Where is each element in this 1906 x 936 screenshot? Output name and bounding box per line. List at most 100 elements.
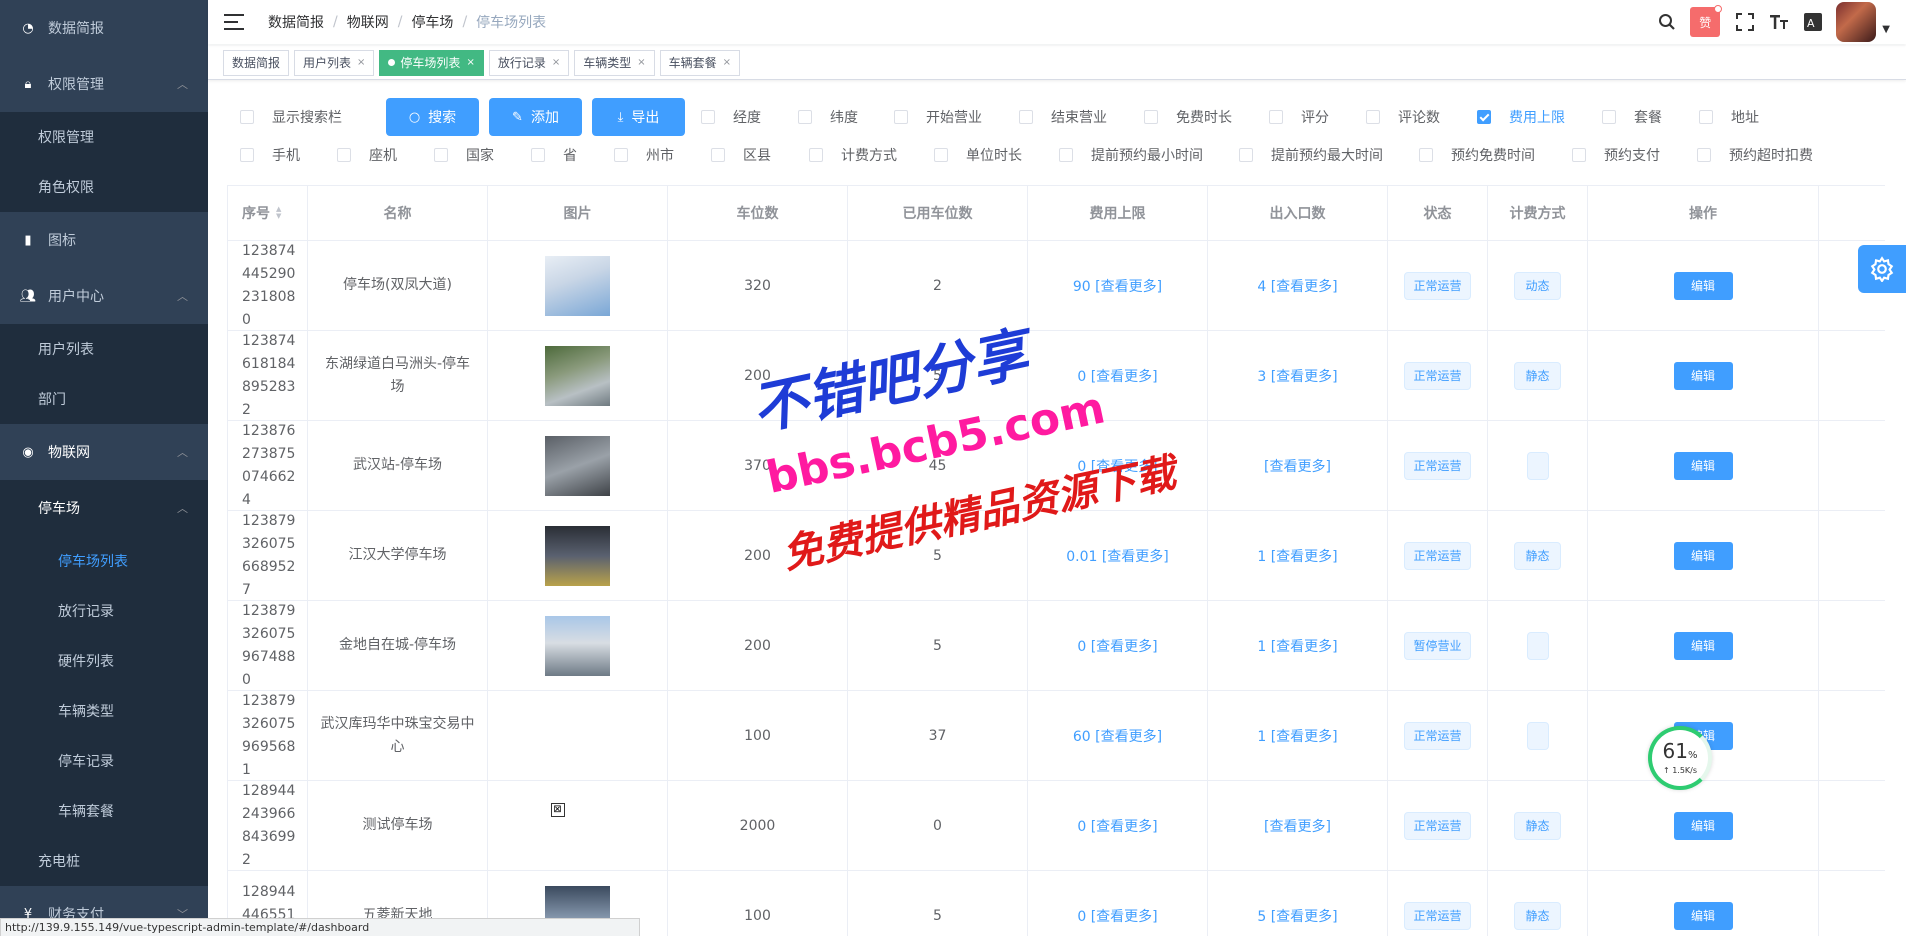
- tag-vehicle-types[interactable]: 车辆类型 ×: [574, 49, 655, 76]
- export-button[interactable]: ⤓ 导出: [592, 98, 685, 136]
- checkbox-box[interactable]: [1699, 110, 1713, 124]
- column-toggle-province[interactable]: 省: [531, 145, 614, 165]
- sidebar-item-parking[interactable]: 停车场 ︿: [0, 480, 208, 536]
- edit-button[interactable]: 编辑: [1673, 541, 1733, 570]
- sidebar-item-department[interactable]: 部门: [0, 374, 208, 424]
- checkbox-box[interactable]: [711, 148, 725, 162]
- close-icon[interactable]: ×: [552, 51, 560, 75]
- gates-view-more-link[interactable]: 4 [查看更多]: [1257, 276, 1337, 296]
- fee-view-more-link[interactable]: 0.01 [查看更多]: [1066, 546, 1169, 566]
- close-icon[interactable]: ×: [466, 51, 474, 75]
- sidebar-item-dashboard[interactable]: ◔ 数据简报: [0, 0, 208, 56]
- checkbox-box[interactable]: [1419, 148, 1433, 162]
- parking-thumbnail[interactable]: [545, 435, 610, 496]
- fee-view-more-link[interactable]: 0 [查看更多]: [1077, 456, 1157, 476]
- checkbox-box[interactable]: [1019, 110, 1033, 124]
- show-search-checkbox[interactable]: 显示搜索栏: [240, 107, 380, 127]
- column-toggle-fee-limit[interactable]: 费用上限: [1477, 107, 1602, 127]
- gates-view-more-link[interactable]: 1 [查看更多]: [1257, 546, 1337, 566]
- edit-button[interactable]: 编辑: [1673, 901, 1733, 930]
- fee-view-more-link[interactable]: 90 [查看更多]: [1073, 276, 1162, 296]
- parking-thumbnail[interactable]: [545, 615, 610, 676]
- fullscreen-icon[interactable]: [1734, 11, 1756, 33]
- column-toggle-billing-mode[interactable]: 计费方式: [809, 145, 934, 165]
- network-speed-widget[interactable]: 61% ↑ 1.5K/s: [1648, 726, 1712, 790]
- sidebar-item-release-records[interactable]: 放行记录: [0, 586, 208, 636]
- checkbox-box[interactable]: [701, 110, 715, 124]
- sidebar-item-user-list[interactable]: 用户列表: [0, 324, 208, 374]
- checkbox-box[interactable]: [1572, 148, 1586, 162]
- settings-gear-button[interactable]: [1858, 245, 1906, 293]
- column-toggle-country[interactable]: 国家: [434, 145, 531, 165]
- sidebar-item-role-permissions[interactable]: 角色权限: [0, 162, 208, 212]
- close-icon[interactable]: ×: [723, 51, 731, 75]
- column-toggle-district[interactable]: 区县: [711, 145, 809, 165]
- checkbox-box[interactable]: [894, 110, 908, 124]
- checkbox-box[interactable]: [1602, 110, 1616, 124]
- edit-button[interactable]: 编辑: [1673, 451, 1733, 480]
- sidebar-item-user-center[interactable]: 👥︎ 用户中心 ︿: [0, 268, 208, 324]
- column-toggle-unit-duration[interactable]: 单位时长: [934, 145, 1059, 165]
- parking-thumbnail[interactable]: [545, 255, 610, 316]
- edit-button[interactable]: 编辑: [1673, 631, 1733, 660]
- close-icon[interactable]: ×: [637, 51, 645, 75]
- checkbox-box[interactable]: [240, 148, 254, 162]
- close-icon[interactable]: ×: [357, 51, 365, 75]
- checkbox-box[interactable]: [337, 148, 351, 162]
- avatar[interactable]: [1836, 2, 1877, 42]
- checkbox-box[interactable]: [1059, 148, 1073, 162]
- parking-thumbnail[interactable]: [545, 345, 610, 406]
- edit-button[interactable]: 编辑: [1673, 271, 1733, 300]
- column-toggle-comment-count[interactable]: 评论数: [1366, 107, 1477, 127]
- sort-icon[interactable]: ▲ ▼: [276, 206, 281, 220]
- sidebar-item-icons[interactable]: ▮ 图标: [0, 212, 208, 268]
- checkbox-box[interactable]: [1697, 148, 1711, 162]
- sidebar-item-permissions[interactable]: 🔒︎ 权限管理 ︿: [0, 56, 208, 112]
- column-toggle-close-time[interactable]: 结束营业: [1019, 107, 1144, 127]
- add-button[interactable]: ✎ 添加: [489, 98, 582, 136]
- column-toggle-booking-min-time[interactable]: 提前预约最小时间: [1059, 145, 1239, 165]
- font-size-icon[interactable]: [1768, 11, 1790, 33]
- checkbox-box[interactable]: [1144, 110, 1158, 124]
- column-toggle-free-duration[interactable]: 免费时长: [1144, 107, 1269, 127]
- column-toggle-booking-free-time[interactable]: 预约免费时间: [1419, 145, 1572, 165]
- sidebar-item-iot[interactable]: ◉ 物联网 ︿: [0, 424, 208, 480]
- tag-release-records[interactable]: 放行记录 ×: [488, 49, 570, 76]
- column-toggle-booking-payment[interactable]: 预约支付: [1572, 145, 1697, 165]
- edit-button[interactable]: 编辑: [1673, 811, 1733, 840]
- sidebar-item-charging-pile[interactable]: 充电桩: [0, 836, 208, 886]
- hamburger-icon[interactable]: [224, 14, 244, 30]
- gates-view-more-link[interactable]: 1 [查看更多]: [1257, 636, 1337, 656]
- column-toggle-longitude[interactable]: 经度: [701, 107, 798, 127]
- fee-view-more-link[interactable]: 0 [查看更多]: [1077, 816, 1157, 836]
- sidebar-item-permission-management[interactable]: 权限管理: [0, 112, 208, 162]
- column-toggle-mobile[interactable]: 手机: [240, 145, 337, 165]
- tag-vehicle-packages[interactable]: 车辆套餐 ×: [659, 49, 741, 76]
- tag-user-list[interactable]: 用户列表 ×: [294, 49, 375, 76]
- gates-view-more-link[interactable]: 1 [查看更多]: [1257, 726, 1337, 746]
- checkbox-box[interactable]: [934, 148, 948, 162]
- breadcrumb-item[interactable]: 停车场: [411, 12, 453, 32]
- search-icon[interactable]: [1656, 11, 1678, 33]
- column-toggle-city[interactable]: 州市: [614, 145, 711, 165]
- fee-view-more-link[interactable]: 60 [查看更多]: [1073, 726, 1162, 746]
- tag-parking-list[interactable]: 停车场列表 ×: [379, 49, 484, 76]
- caret-down-icon[interactable]: ▼: [1882, 24, 1890, 35]
- parking-thumbnail[interactable]: [545, 525, 610, 586]
- column-toggle-booking-max-time[interactable]: 提前预约最大时间: [1239, 145, 1419, 165]
- gates-view-more-link[interactable]: [查看更多]: [1264, 816, 1331, 836]
- fee-view-more-link[interactable]: 0 [查看更多]: [1077, 906, 1157, 926]
- column-toggle-open-time[interactable]: 开始营业: [894, 107, 1019, 127]
- gates-view-more-link[interactable]: [查看更多]: [1264, 456, 1331, 476]
- column-toggle-latitude[interactable]: 纬度: [798, 107, 894, 127]
- checkbox-box[interactable]: [1477, 110, 1491, 124]
- sidebar-item-parking-list[interactable]: 停车场列表: [0, 536, 208, 586]
- checkbox-box[interactable]: [798, 110, 812, 124]
- error-log-button[interactable]: 赞: [1690, 5, 1723, 37]
- fee-view-more-link[interactable]: 0 [查看更多]: [1077, 366, 1157, 386]
- checkbox-box[interactable]: [1269, 110, 1283, 124]
- language-icon[interactable]: A: [1802, 11, 1824, 33]
- fee-view-more-link[interactable]: 0 [查看更多]: [1077, 636, 1157, 656]
- sidebar-item-vehicle-packages[interactable]: 车辆套餐: [0, 786, 208, 836]
- edit-button[interactable]: 编辑: [1673, 361, 1733, 390]
